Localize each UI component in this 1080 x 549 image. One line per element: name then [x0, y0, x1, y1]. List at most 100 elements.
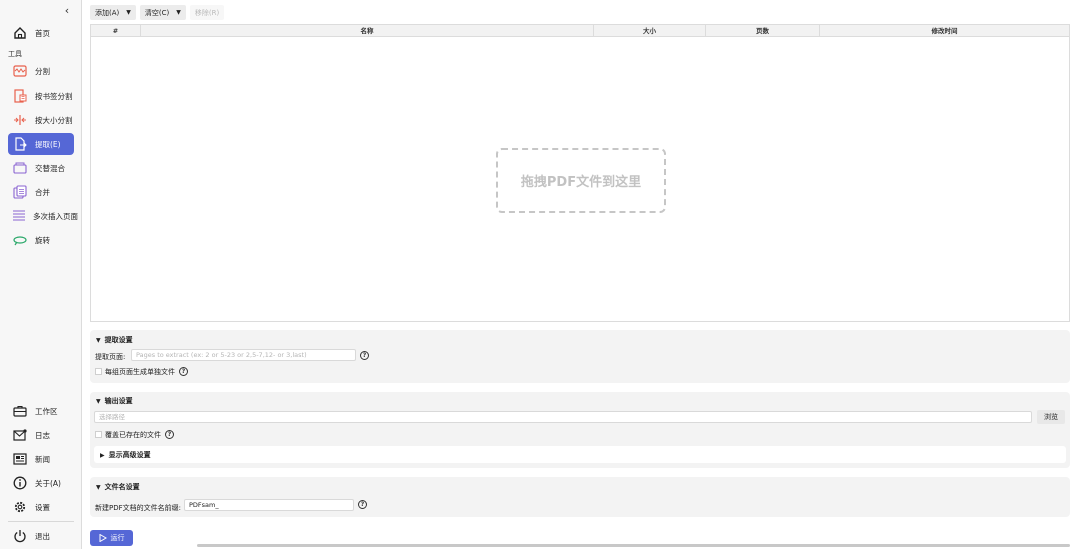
sidebar-item-size-split[interactable]: 按大小分割 — [8, 109, 74, 131]
prefix-input[interactable]: PDFsam_ — [184, 499, 354, 511]
progress-bar — [197, 544, 1070, 547]
advanced-settings-label: ▶ 显示高级设置 — [100, 450, 151, 460]
triangle-down-icon: ▼ — [96, 398, 101, 405]
sidebar-item-about[interactable]: 关于(A) — [8, 472, 74, 494]
sidebar-item-label: 新闻 — [35, 454, 50, 464]
sidebar-item-label: 合并 — [35, 187, 50, 197]
sidebar-item-extract[interactable]: 提取(E) — [8, 133, 74, 155]
file-table[interactable]: # 名称 大小 页数 修改时间 拖拽PDF文件到这里 — [90, 24, 1070, 322]
size-split-icon — [12, 112, 28, 128]
overwrite-label: 覆盖已存在的文件 — [105, 431, 161, 439]
log-icon — [12, 427, 28, 443]
drop-zone[interactable]: 拖拽PDF文件到这里 — [496, 148, 666, 213]
rotate-icon — [12, 232, 28, 248]
home-icon — [12, 25, 28, 41]
triangle-right-icon: ▶ — [100, 452, 105, 459]
separate-files-label: 每组页面生成单独文件 — [105, 368, 175, 376]
sidebar-item-label: 按书签分割 — [35, 91, 73, 101]
add-button-label: 添加(A) — [95, 8, 120, 17]
sidebar-item-label: 按大小分割 — [35, 115, 73, 125]
add-button[interactable]: 添加(A) ▼ — [90, 5, 136, 20]
help-icon[interactable]: ? — [360, 351, 369, 360]
column-header-index[interactable]: # — [91, 25, 141, 36]
toolbar: 添加(A) ▼ 清空(C) ▼ 移除(R) — [90, 5, 225, 21]
sidebar-item-label: 交替混合 — [35, 163, 65, 173]
merge-icon — [12, 184, 28, 200]
sidebar-item-label: 工作区 — [35, 406, 58, 416]
sidebar-item-news[interactable]: 新闻 — [8, 448, 74, 470]
sidebar-item-exit[interactable]: 退出 — [8, 525, 74, 547]
sidebar-item-alternate-mix[interactable]: 交替混合 — [8, 157, 74, 179]
sidebar-divider — [8, 521, 74, 522]
column-header-name[interactable]: 名称 — [141, 25, 594, 36]
sidebar-item-settings[interactable]: 设置 — [8, 496, 74, 518]
output-path-input[interactable]: 选择路径 — [94, 411, 1032, 423]
advanced-settings-toggle[interactable]: ▶ 显示高级设置 — [94, 446, 1066, 463]
play-icon — [99, 534, 107, 542]
caret-down-icon[interactable]: ▼ — [126, 9, 131, 16]
briefcase-icon — [12, 403, 28, 419]
column-header-size[interactable]: 大小 — [594, 25, 706, 36]
prefix-label: 新建PDF文档的文件名前缀: — [95, 504, 181, 512]
news-icon — [12, 451, 28, 467]
sidebar-item-workspace[interactable]: 工作区 — [8, 400, 74, 422]
power-icon — [12, 528, 28, 544]
sidebar-item-log[interactable]: 日志 — [8, 424, 74, 446]
sidebar-item-label: 提取(E) — [35, 139, 61, 149]
extract-icon — [12, 136, 28, 152]
pages-input[interactable]: Pages to extract (ex: 2 or 5-23 or 2,5-7… — [131, 349, 356, 361]
help-icon[interactable]: ? — [358, 500, 367, 509]
advanced-settings-text: 显示高级设置 — [108, 451, 151, 459]
extract-settings-header[interactable]: ▼ 提取设置 — [96, 335, 133, 345]
help-icon[interactable]: ? — [179, 367, 188, 376]
overwrite-checkbox[interactable] — [95, 431, 102, 438]
sidebar-item-label: 退出 — [35, 531, 50, 541]
sidebar-item-label: 分割 — [35, 66, 50, 76]
alternate-mix-icon — [12, 160, 28, 176]
pages-label: 提取页面: — [95, 353, 126, 361]
tools-section-label: 工具 — [8, 50, 22, 58]
sidebar-item-insert-pages[interactable]: 多次插入页面 — [8, 205, 78, 227]
run-button-label: 运行 — [110, 534, 125, 542]
output-settings-title: 输出设置 — [104, 397, 133, 405]
sidebar-item-label: 关于(A) — [35, 478, 61, 488]
gear-icon — [12, 499, 28, 515]
column-header-pages[interactable]: 页数 — [706, 25, 820, 36]
filename-settings-title: 文件名设置 — [104, 483, 140, 491]
split-icon — [12, 63, 28, 79]
sidebar-item-home[interactable]: 首页 — [8, 22, 74, 44]
sidebar-item-label: 旋转 — [35, 235, 50, 245]
filename-settings-panel: ▼ 文件名设置 新建PDF文档的文件名前缀: PDFsam_ ? — [90, 477, 1070, 517]
sidebar-item-label: 日志 — [35, 430, 50, 440]
run-button[interactable]: 运行 — [90, 530, 133, 546]
sidebar-item-bookmark-split[interactable]: 按书签分割 — [8, 85, 74, 107]
sidebar-item-rotate[interactable]: 旋转 — [8, 229, 74, 251]
sidebar-item-label: 多次插入页面 — [33, 211, 78, 221]
chevron-left-icon[interactable]: ‹ — [60, 4, 74, 18]
table-header: # 名称 大小 页数 修改时间 — [91, 25, 1069, 37]
triangle-down-icon: ▼ — [96, 337, 101, 344]
extract-settings-title: 提取设置 — [104, 336, 133, 344]
clear-button[interactable]: 清空(C) ▼ — [139, 5, 186, 20]
help-icon[interactable]: ? — [165, 430, 174, 439]
clear-button-label: 清空(C) — [144, 8, 170, 17]
caret-down-icon[interactable]: ▼ — [176, 9, 181, 16]
sidebar-item-merge[interactable]: 合并 — [8, 181, 74, 203]
bookmark-split-icon — [12, 88, 28, 104]
sidebar-item-label: 首页 — [35, 28, 50, 38]
sidebar: ‹ 首页 工具 分割 按书签分割 按大小分割 提取(E) 交替混合 合并 多次插… — [0, 0, 82, 549]
column-header-modified[interactable]: 修改时间 — [820, 25, 1069, 36]
filename-settings-header[interactable]: ▼ 文件名设置 — [96, 482, 140, 492]
browse-button[interactable]: 浏览 — [1037, 410, 1065, 424]
remove-button-label: 移除(R) — [194, 8, 220, 17]
triangle-down-icon: ▼ — [96, 484, 101, 491]
sidebar-item-label: 设置 — [35, 502, 50, 512]
sidebar-item-split[interactable]: 分割 — [8, 60, 74, 82]
output-settings-panel: ▼ 输出设置 选择路径 浏览 覆盖已存在的文件 ? ▶ 显示高级设置 — [90, 392, 1070, 468]
remove-button[interactable]: 移除(R) — [189, 5, 225, 20]
info-icon — [12, 475, 28, 491]
separate-files-checkbox[interactable] — [95, 368, 102, 375]
extract-settings-panel: ▼ 提取设置 提取页面: Pages to extract (ex: 2 or 5… — [90, 330, 1070, 383]
insert-pages-icon — [12, 208, 26, 224]
output-settings-header[interactable]: ▼ 输出设置 — [96, 396, 133, 406]
